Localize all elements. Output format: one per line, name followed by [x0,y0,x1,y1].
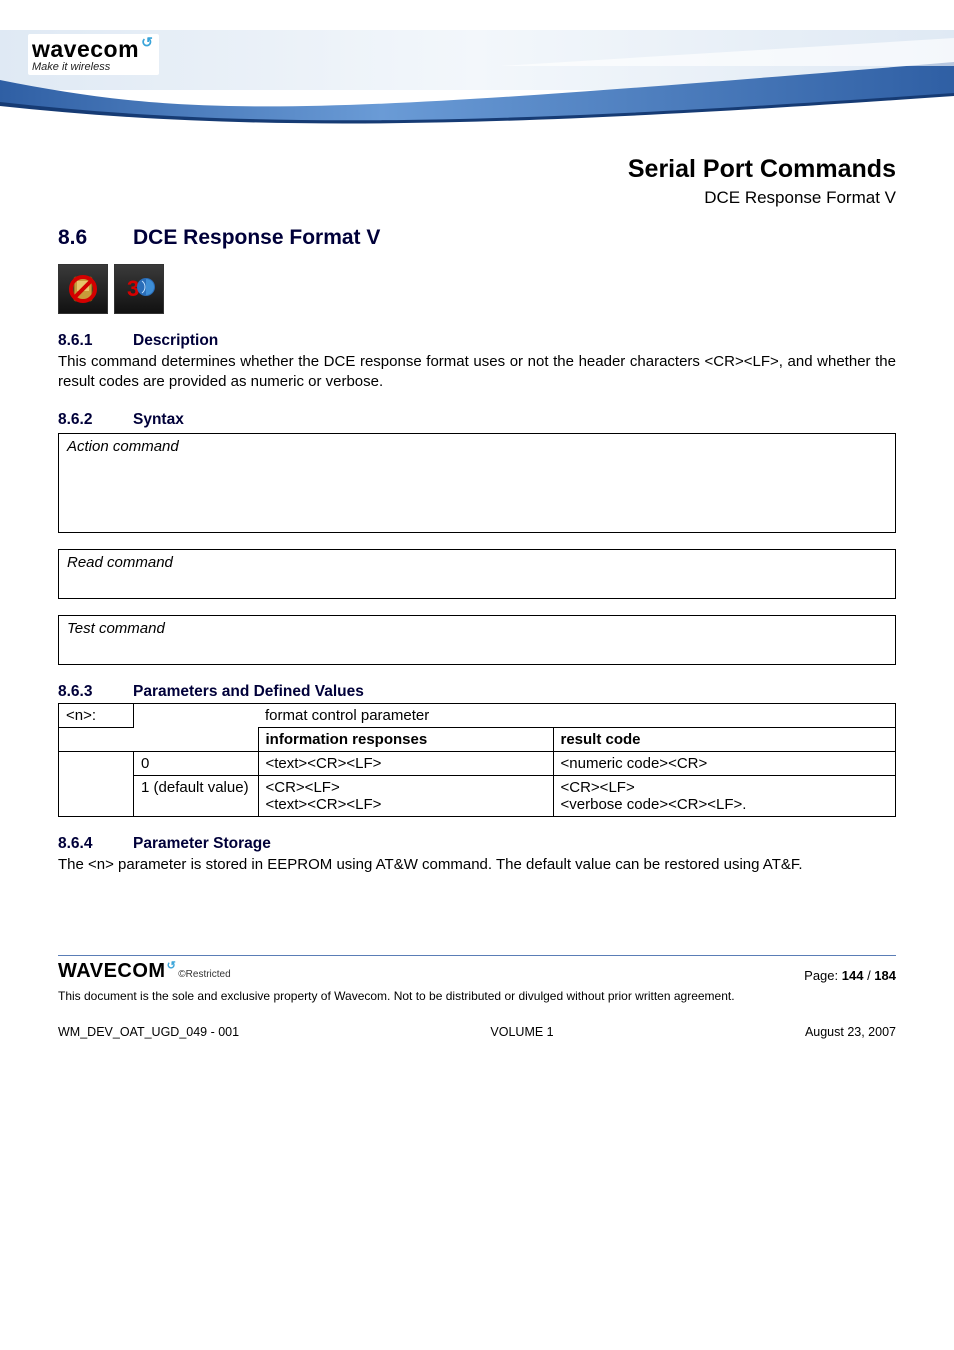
page-number: Page: 144 / 184 [804,968,896,983]
param-info: <CR><LF> <text><CR><LF> [258,775,553,816]
footer-disclaimer: This document is the sole and exclusive … [58,989,896,1003]
status-icons: 3 [58,264,896,314]
read-command-label: Read command [67,554,173,571]
storage-title: Parameter Storage [133,835,271,852]
param-name: <n>: [59,703,134,727]
table-row: 0 <text><CR><LF> <numeric code><CR> [59,751,896,775]
footer-brand-block: WAVECOM ↺ ©Restricted [58,960,231,983]
page-subtitle: DCE Response Format V [58,188,896,208]
section-heading: 8.6DCE Response Format V [58,226,896,250]
footer-line-3: WM_DEV_OAT_UGD_049 - 001 VOLUME 1 August… [58,1025,896,1039]
footer-line-1: WAVECOM ↺ ©Restricted Page: 144 / 184 [58,960,896,983]
syntax-num: 8.6.2 [58,411,133,429]
desc-title: Description [133,332,218,349]
storage-text: The <n> parameter is stored in EEPROM us… [58,855,896,875]
desc-heading: 8.6.1Description [58,332,896,350]
col-info: information responses [258,727,553,751]
syntax-title: Syntax [133,411,184,428]
test-command-box: Test command [58,615,896,665]
footer-restricted: ©Restricted [178,969,230,980]
table-row: <n>: format control parameter [59,703,896,727]
storage-heading: 8.6.4Parameter Storage [58,835,896,853]
action-command-label: Action command [67,438,179,455]
footer-doc-id: WM_DEV_OAT_UGD_049 - 001 [58,1025,239,1039]
param-key: 1 (default value) [134,775,259,816]
no-sim-icon [58,264,108,314]
footer-volume: VOLUME 1 [490,1025,553,1039]
brand-logo: wavecom ↺ Make it wireless [28,34,159,75]
storage-num: 8.6.4 [58,835,133,853]
top-banner: wavecom ↺ Make it wireless [0,30,954,125]
brand-swirl-icon: ↺ [141,34,153,51]
param-info: <text><CR><LF> [258,751,553,775]
params-heading: 8.6.3Parameters and Defined Values [58,683,896,701]
section-title: DCE Response Format V [133,226,380,249]
read-command-box: Read command [58,549,896,599]
param-result: <numeric code><CR> [553,751,896,775]
test-command-label: Test command [67,620,165,637]
three-g-icon: 3 [114,264,164,314]
params-table: <n>: format control parameter informatio… [58,703,896,817]
page-header: Serial Port Commands DCE Response Format… [58,155,896,208]
params-num: 8.6.3 [58,683,133,701]
param-name-desc: format control parameter [258,703,896,727]
footer-date: August 23, 2007 [805,1025,896,1039]
footer-swirl-icon: ↺ [167,959,177,972]
page-title: Serial Port Commands [58,155,896,184]
desc-num: 8.6.1 [58,332,133,350]
params-title: Parameters and Defined Values [133,683,364,700]
param-result: <CR><LF> <verbose code><CR><LF>. [553,775,896,816]
footer-separator [58,955,896,956]
param-key: 0 [134,751,259,775]
footer-brand-name: WAVECOM [58,960,166,983]
table-row: information responses result code [59,727,896,751]
syntax-heading: 8.6.2Syntax [58,411,896,429]
col-result: result code [553,727,896,751]
table-row: 1 (default value) <CR><LF> <text><CR><LF… [59,775,896,816]
action-command-box: Action command [58,433,896,533]
brand-name: wavecom [32,36,139,63]
desc-text: This command determines whether the DCE … [58,352,896,393]
section-num: 8.6 [58,226,133,250]
